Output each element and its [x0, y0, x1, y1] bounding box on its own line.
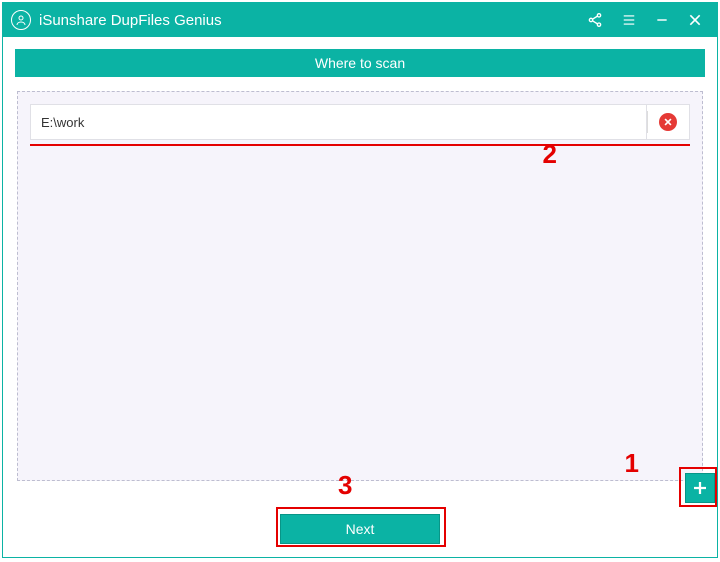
annotation-2: 2: [543, 139, 557, 170]
window-controls: [587, 12, 703, 28]
app-title: iSunshare DupFiles Genius: [39, 12, 587, 29]
footer: Next: [3, 501, 717, 557]
annotation-underline: [30, 144, 690, 146]
titlebar: iSunshare DupFiles Genius: [3, 3, 717, 37]
path-row: [30, 104, 690, 146]
minimize-button[interactable]: [655, 13, 669, 27]
remove-path-button[interactable]: [646, 104, 690, 140]
next-button-label: Next: [346, 521, 375, 537]
close-button[interactable]: [687, 12, 703, 28]
section-header: Where to scan: [15, 49, 705, 77]
close-icon: [659, 113, 677, 131]
annotation-1: 1: [625, 448, 639, 479]
path-input[interactable]: [30, 104, 646, 140]
add-path-button[interactable]: [685, 473, 715, 503]
section-header-label: Where to scan: [315, 55, 405, 71]
scan-area: [17, 91, 703, 481]
app-logo-icon: [11, 10, 31, 30]
annotation-3: 3: [338, 470, 352, 501]
next-button[interactable]: Next: [280, 514, 440, 544]
app-window: iSunshare DupFiles Genius: [2, 2, 718, 558]
share-icon[interactable]: [587, 12, 603, 28]
menu-icon[interactable]: [621, 13, 637, 27]
